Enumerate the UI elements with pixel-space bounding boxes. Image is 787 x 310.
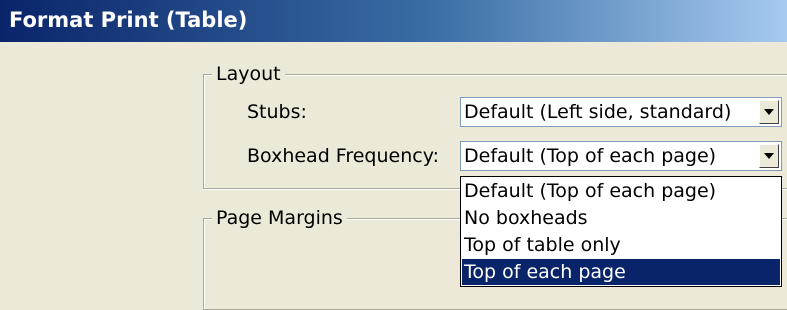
boxhead-frequency-combobox[interactable]: Default (Top of each page) bbox=[460, 141, 782, 171]
stubs-combobox[interactable]: Default (Left side, standard) bbox=[460, 97, 782, 127]
dropdown-option-highlighted[interactable]: Top of each page bbox=[462, 259, 780, 285]
dropdown-option[interactable]: Default (Top of each page) bbox=[462, 178, 780, 204]
title-bar: Format Print (Table) bbox=[0, 0, 787, 42]
dropdown-option[interactable]: Top of table only bbox=[462, 232, 780, 258]
stubs-value: Default (Left side, standard) bbox=[464, 101, 732, 123]
page-margins-legend: Page Margins bbox=[212, 206, 347, 230]
chevron-down-icon bbox=[764, 153, 774, 159]
stubs-dropdown-button[interactable] bbox=[759, 100, 779, 124]
dropdown-option[interactable]: No boxheads bbox=[462, 205, 780, 231]
chevron-down-icon bbox=[764, 109, 774, 115]
layout-groupbox: Layout bbox=[203, 62, 787, 189]
boxhead-frequency-dropdown-list: Default (Top of each page) No boxheads T… bbox=[460, 176, 782, 287]
stubs-label: Stubs: bbox=[247, 101, 307, 123]
layout-legend: Layout bbox=[212, 62, 285, 86]
boxhead-frequency-value: Default (Top of each page) bbox=[464, 145, 717, 167]
boxhead-frequency-label: Boxhead Frequency: bbox=[247, 145, 439, 167]
window-title: Format Print (Table) bbox=[9, 8, 248, 32]
boxhead-frequency-dropdown-button[interactable] bbox=[759, 144, 779, 168]
